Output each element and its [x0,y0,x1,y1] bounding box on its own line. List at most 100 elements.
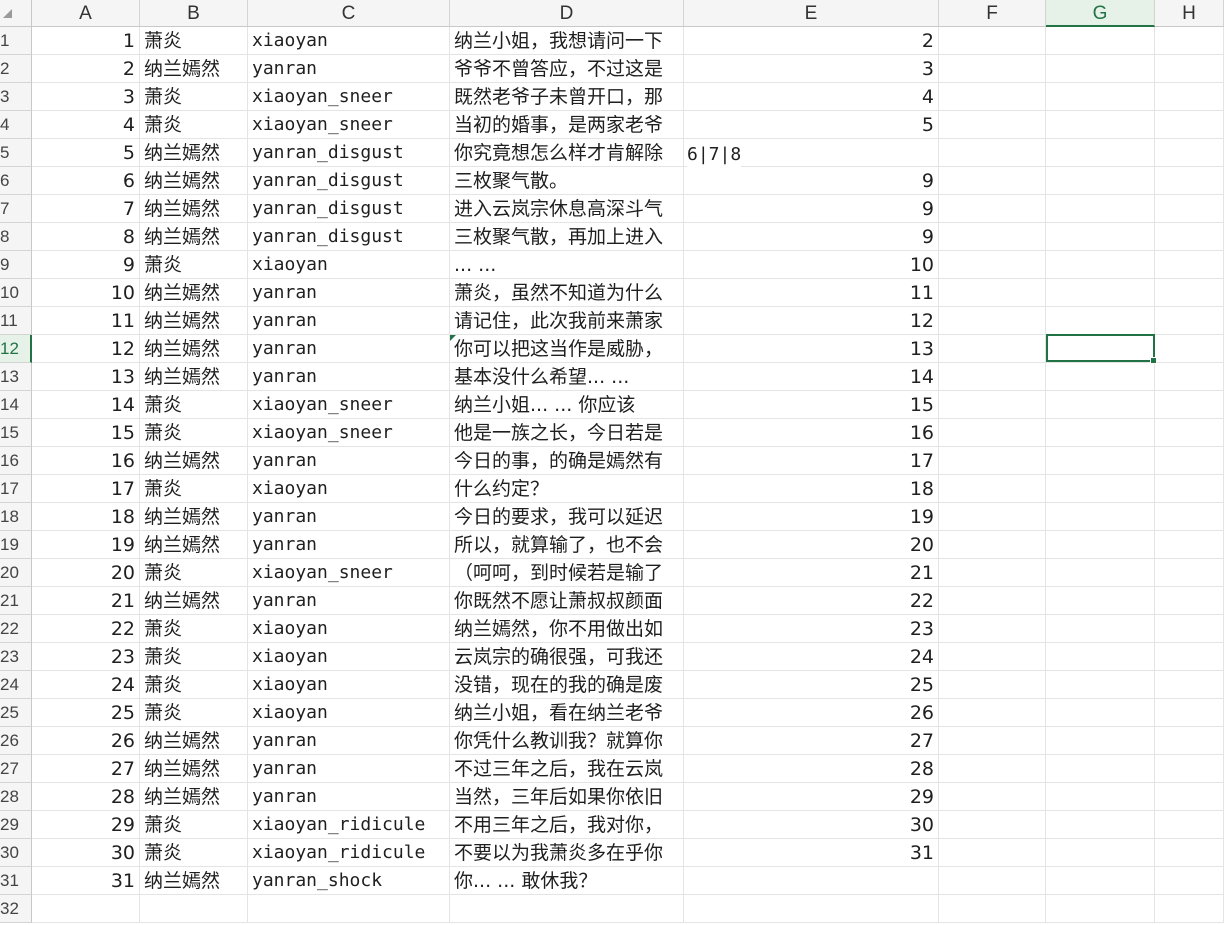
cell-f14[interactable] [939,391,1046,419]
cell-a30[interactable]: 30 [32,839,140,867]
cell-h14[interactable] [1155,391,1224,419]
cell-h25[interactable] [1155,699,1224,727]
cell-e20[interactable]: 21 [684,559,939,587]
cell-h30[interactable] [1155,839,1224,867]
cell-g30[interactable] [1046,839,1155,867]
cell-h31[interactable] [1155,867,1224,895]
cell-h24[interactable] [1155,671,1224,699]
cell-d2[interactable]: 爷爷不曾答应，不过这是 [450,55,684,83]
cell-c19[interactable]: yanran [248,531,450,559]
cell-a10[interactable]: 10 [32,279,140,307]
cell-e22[interactable]: 23 [684,615,939,643]
cell-h17[interactable] [1155,475,1224,503]
row-header-13[interactable]: 13 [0,363,32,391]
cell-b14[interactable]: 萧炎 [140,391,248,419]
cell-b28[interactable]: 纳兰嫣然 [140,783,248,811]
cell-c4[interactable]: xiaoyan_sneer [248,111,450,139]
cell-f11[interactable] [939,307,1046,335]
cell-a2[interactable]: 2 [32,55,140,83]
cell-c8[interactable]: yanran_disgust [248,223,450,251]
cell-g26[interactable] [1046,727,1155,755]
cell-h27[interactable] [1155,755,1224,783]
cell-h22[interactable] [1155,615,1224,643]
cell-d15[interactable]: 他是一族之长，今日若是 [450,419,684,447]
cell-b12[interactable]: 纳兰嫣然 [140,335,248,363]
cell-d12[interactable]: 你可以把这当作是威胁， [450,335,684,363]
cell-b10[interactable]: 纳兰嫣然 [140,279,248,307]
cell-b13[interactable]: 纳兰嫣然 [140,363,248,391]
cell-c5[interactable]: yanran_disgust [248,139,450,167]
row-header-16[interactable]: 16 [0,447,32,475]
cell-a22[interactable]: 22 [32,615,140,643]
cell-c20[interactable]: xiaoyan_sneer [248,559,450,587]
row-header-4[interactable]: 4 [0,111,32,139]
cell-h29[interactable] [1155,811,1224,839]
row-header-25[interactable]: 25 [0,699,32,727]
cell-g24[interactable] [1046,671,1155,699]
cell-g19[interactable] [1046,531,1155,559]
cell-f22[interactable] [939,615,1046,643]
cell-c10[interactable]: yanran [248,279,450,307]
cell-h10[interactable] [1155,279,1224,307]
cell-e29[interactable]: 30 [684,811,939,839]
cell-h4[interactable] [1155,111,1224,139]
column-header-g[interactable]: G [1046,0,1155,27]
cell-e31[interactable] [684,867,939,895]
cell-e30[interactable]: 31 [684,839,939,867]
cell-b17[interactable]: 萧炎 [140,475,248,503]
cell-c15[interactable]: xiaoyan_sneer [248,419,450,447]
cell-h2[interactable] [1155,55,1224,83]
cell-a23[interactable]: 23 [32,643,140,671]
row-header-2[interactable]: 2 [0,55,32,83]
cell-g16[interactable] [1046,447,1155,475]
cell-g13[interactable] [1046,363,1155,391]
select-all-corner[interactable] [0,0,32,27]
column-header-f[interactable]: F [939,0,1046,27]
cell-d10[interactable]: 萧炎，虽然不知道为什么 [450,279,684,307]
cell-d8[interactable]: 三枚聚气散，再加上进入 [450,223,684,251]
cell-e3[interactable]: 4 [684,83,939,111]
cell-f6[interactable] [939,167,1046,195]
cell-e12[interactable]: 13 [684,335,939,363]
cell-f19[interactable] [939,531,1046,559]
row-header-24[interactable]: 24 [0,671,32,699]
row-header-29[interactable]: 29 [0,811,32,839]
cell-d13[interactable]: 基本没什么希望... ... [450,363,684,391]
cell-a16[interactable]: 16 [32,447,140,475]
cell-g1[interactable] [1046,27,1155,55]
cell-h16[interactable] [1155,447,1224,475]
cell-d22[interactable]: 纳兰嫣然，你不用做出如 [450,615,684,643]
cell-a11[interactable]: 11 [32,307,140,335]
cell-g28[interactable] [1046,783,1155,811]
cell-g22[interactable] [1046,615,1155,643]
row-header-6[interactable]: 6 [0,167,32,195]
cell-g18[interactable] [1046,503,1155,531]
selected-cell-g12[interactable] [1046,334,1157,364]
row-header-21[interactable]: 21 [0,587,32,615]
cell-f27[interactable] [939,755,1046,783]
cell-b20[interactable]: 萧炎 [140,559,248,587]
cell-a8[interactable]: 8 [32,223,140,251]
cell-g6[interactable] [1046,167,1155,195]
cell-e26[interactable]: 27 [684,727,939,755]
cell-a1[interactable]: 1 [32,27,140,55]
cell-d3[interactable]: 既然老爷子未曾开口，那 [450,83,684,111]
cell-f4[interactable] [939,111,1046,139]
row-header-32[interactable]: 32 [0,895,32,923]
cell-g31[interactable] [1046,867,1155,895]
cell-c1[interactable]: xiaoyan [248,27,450,55]
cell-g7[interactable] [1046,195,1155,223]
column-header-c[interactable]: C [248,0,450,27]
cell-g2[interactable] [1046,55,1155,83]
cell-d6[interactable]: 三枚聚气散。 [450,167,684,195]
cell-d4[interactable]: 当初的婚事，是两家老爷 [450,111,684,139]
cell-e7[interactable]: 9 [684,195,939,223]
cell-h20[interactable] [1155,559,1224,587]
cell-a25[interactable]: 25 [32,699,140,727]
cell-e9[interactable]: 10 [684,251,939,279]
cell-b24[interactable]: 萧炎 [140,671,248,699]
cell-f29[interactable] [939,811,1046,839]
cell-f32[interactable] [939,895,1046,923]
cell-g14[interactable] [1046,391,1155,419]
cell-b3[interactable]: 萧炎 [140,83,248,111]
